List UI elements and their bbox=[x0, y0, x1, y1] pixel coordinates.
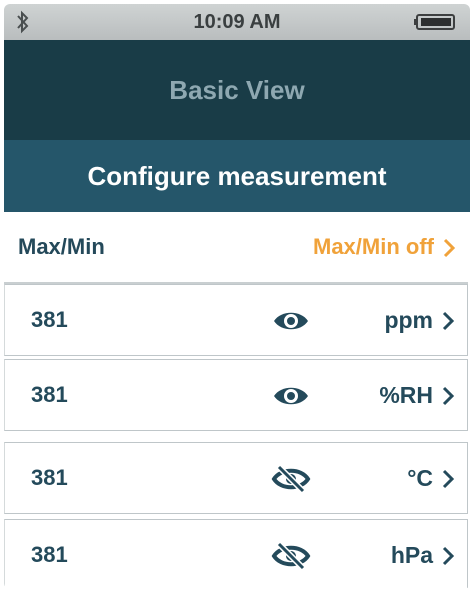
chevron-right-icon bbox=[442, 546, 455, 566]
eye-icon[interactable] bbox=[271, 380, 311, 412]
status-bar: 10:09 AM bbox=[4, 4, 470, 40]
measurement-value: 381 bbox=[31, 307, 68, 332]
title-bar: Basic View bbox=[4, 40, 470, 140]
measurement-unit: °C bbox=[407, 465, 433, 491]
eye-off-icon[interactable] bbox=[271, 540, 311, 572]
chevron-right-icon bbox=[442, 469, 455, 489]
chevron-right-icon bbox=[442, 311, 455, 331]
eye-off-icon[interactable] bbox=[271, 463, 311, 495]
status-time: 10:09 AM bbox=[193, 11, 281, 33]
maxmin-value: Max/Min off bbox=[313, 234, 434, 259]
measurement-value: 381 bbox=[31, 542, 68, 567]
maxmin-row[interactable]: Max/Min Max/Min off bbox=[4, 212, 468, 284]
measurement-row-rh[interactable]: 381 %RH bbox=[4, 359, 468, 431]
page-title: Basic View bbox=[169, 74, 305, 105]
device-screen: 10:09 AM Basic View Configure measuremen… bbox=[4, 4, 470, 589]
measurement-value: 381 bbox=[31, 465, 68, 490]
measurement-unit: hPa bbox=[390, 542, 433, 568]
measurement-unit: ppm bbox=[384, 307, 433, 333]
measurement-row-hpa[interactable]: 381 hPa bbox=[4, 519, 468, 589]
chevron-right-icon bbox=[442, 386, 455, 406]
eye-icon[interactable] bbox=[271, 305, 311, 337]
section-header: Configure measurement bbox=[4, 140, 470, 212]
maxmin-label: Max/Min bbox=[18, 234, 105, 259]
measurement-row-ppm[interactable]: 381 ppm bbox=[4, 284, 468, 356]
measurement-value: 381 bbox=[31, 382, 68, 407]
measurement-unit: %RH bbox=[379, 382, 433, 408]
chevron-right-icon bbox=[443, 238, 456, 258]
section-title: Configure measurement bbox=[87, 160, 387, 191]
measurement-row-celsius[interactable]: 381 °C bbox=[4, 442, 468, 514]
battery-icon bbox=[414, 14, 455, 30]
